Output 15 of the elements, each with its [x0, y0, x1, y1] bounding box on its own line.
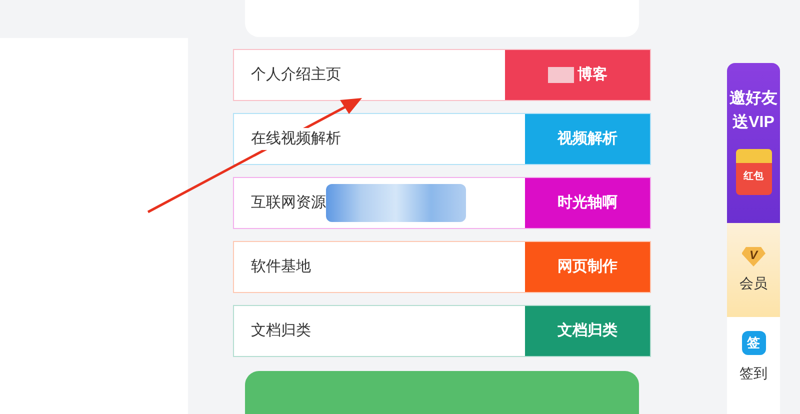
vip-button[interactable]: V 会员 — [727, 223, 780, 317]
link-button[interactable]: 时光轴啊 — [525, 178, 650, 228]
link-label: 在线视频解析 — [251, 128, 341, 150]
signin-icon: 签 — [742, 331, 766, 355]
link-button[interactable]: 视频解析 — [525, 114, 650, 164]
link-button[interactable]: 文档归类 — [525, 306, 650, 356]
vip-label: 会员 — [740, 274, 768, 292]
signin-button[interactable]: 签 签到 — [727, 317, 780, 414]
signin-label: 签到 — [740, 364, 768, 383]
link-button[interactable]: 网页制作 — [525, 242, 650, 292]
invite-banner[interactable]: 邀好友送VIP 红包 — [727, 63, 780, 223]
invite-text: 邀好友送VIP — [728, 88, 778, 133]
envelope-icon: 红包 — [736, 149, 772, 195]
link-button[interactable]: 博客 — [505, 50, 650, 100]
blurred-patch — [548, 67, 574, 83]
